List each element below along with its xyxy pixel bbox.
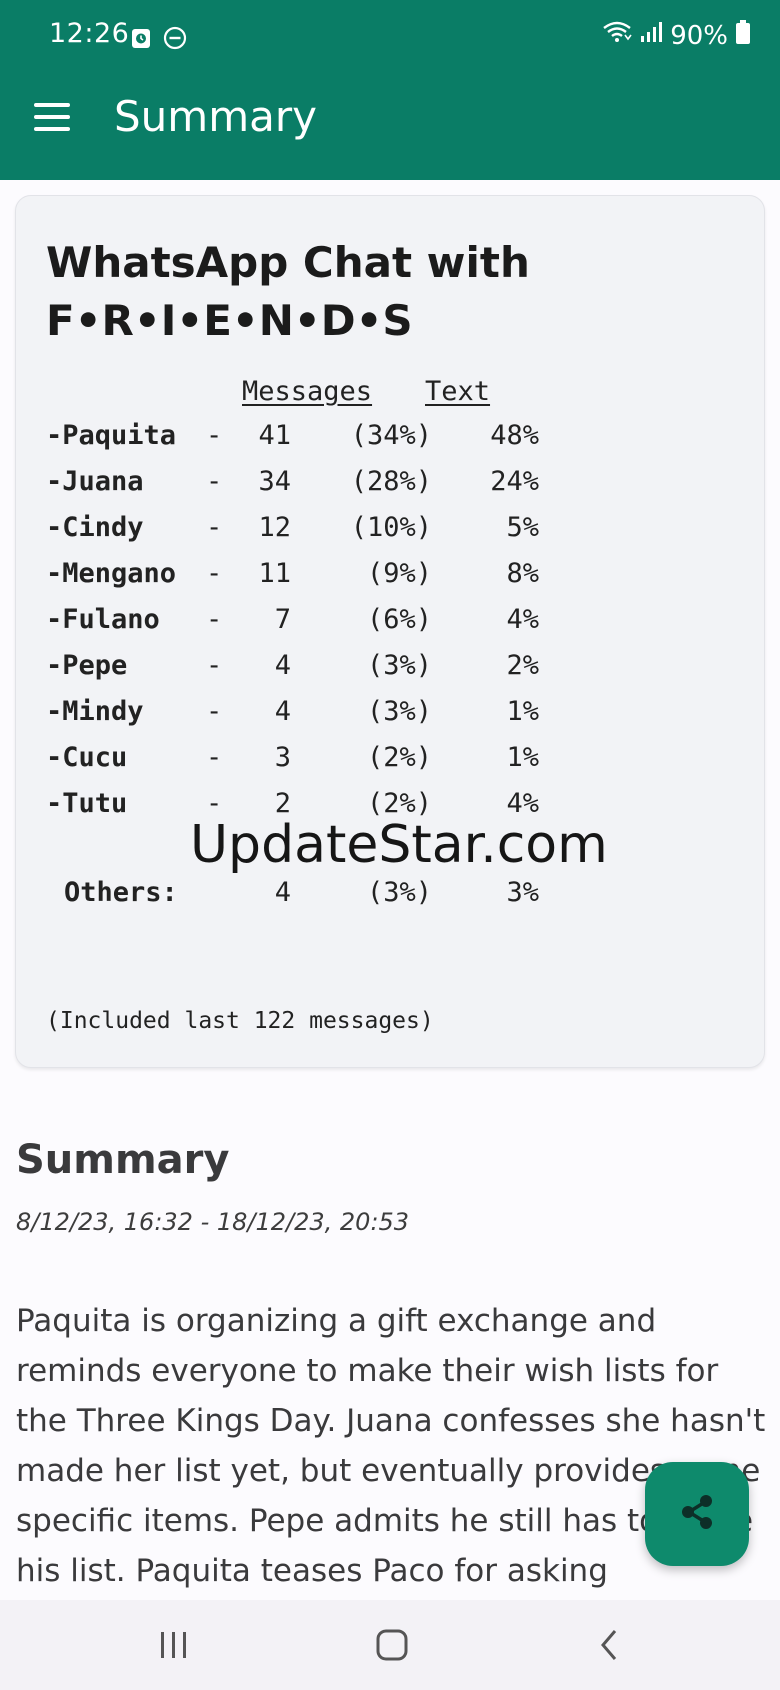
card-title-line-2: F•R•I•E•N•D•S: [46, 296, 413, 345]
card-title: WhatsApp Chat with F•R•I•E•N•D•S: [46, 234, 646, 350]
status-right: 90%: [602, 20, 750, 51]
text-percent: 1%: [506, 742, 539, 773]
participant-name: -Juana: [46, 466, 144, 497]
do-not-disturb-icon: [163, 26, 187, 54]
watermark: UpdateStar.com: [190, 815, 608, 875]
separator-dash: -: [206, 650, 223, 681]
status-left-icons: [131, 26, 187, 54]
message-count: 4: [274, 696, 291, 727]
share-button[interactable]: [645, 1462, 749, 1566]
message-count: 41: [258, 420, 291, 451]
text-percent: 3%: [506, 877, 539, 908]
text-percent: 48%: [490, 420, 539, 451]
message-count: 12: [258, 512, 291, 543]
message-percent: (10%): [350, 512, 432, 543]
participant-name: -Mindy: [46, 696, 144, 727]
text-percent: 24%: [490, 466, 539, 497]
text-percent: 4%: [506, 604, 539, 635]
separator-dash: -: [206, 466, 223, 497]
card-title-line-1: WhatsApp Chat with: [46, 238, 530, 287]
separator-dash: -: [206, 420, 223, 451]
separator-dash: -: [206, 512, 223, 543]
participant-name: -Paquita: [46, 420, 177, 451]
summary-date-range: 8/12/23, 16:32 - 18/12/23, 20:53: [16, 1208, 410, 1236]
text-percent: 5%: [506, 512, 539, 543]
message-count: 3: [274, 742, 291, 773]
message-percent: (28%): [350, 466, 432, 497]
header-messages: Messages: [242, 376, 373, 407]
message-percent: (3%): [366, 696, 432, 727]
separator-dash: -: [206, 604, 223, 635]
message-count: 11: [258, 558, 291, 589]
battery-icon: [736, 20, 750, 51]
system-nav-bar: [0, 1600, 780, 1690]
participant-name: -Tutu: [46, 788, 128, 819]
messages-included-note: (Included last 122 messages): [46, 1008, 434, 1034]
participant-name: -Fulano: [46, 604, 160, 635]
message-percent: (3%): [366, 650, 432, 681]
message-count: 4: [274, 877, 291, 908]
status-time: 12:26: [49, 18, 130, 49]
home-icon[interactable]: [362, 1620, 422, 1670]
page-title: Summary: [114, 92, 317, 141]
message-percent: (9%): [366, 558, 432, 589]
text-percent: 2%: [506, 650, 539, 681]
summary-heading: Summary: [16, 1137, 230, 1183]
participant-name: -Cindy: [46, 512, 144, 543]
signal-icon: [640, 20, 663, 51]
participant-name: -Cucu: [46, 742, 128, 773]
message-percent: (3%): [366, 877, 432, 908]
participant-name: -Mengano: [46, 558, 177, 589]
chat-stats-card: WhatsApp Chat with F•R•I•E•N•D•S Message…: [15, 195, 765, 1068]
top-app-bar: 12:26 90% Summary: [0, 0, 780, 180]
wifi-icon: [602, 20, 632, 51]
text-percent: 1%: [506, 696, 539, 727]
battery-percent: 90%: [670, 20, 728, 51]
message-percent: (34%): [350, 420, 432, 451]
message-percent: (2%): [366, 742, 432, 773]
header-text: Text: [425, 376, 491, 407]
separator-dash: -: [206, 742, 223, 773]
message-percent: (6%): [366, 604, 432, 635]
message-count: 7: [274, 604, 291, 635]
recent-apps-icon[interactable]: [144, 1620, 204, 1670]
alarm-icon: [131, 27, 151, 53]
back-icon[interactable]: [580, 1620, 640, 1670]
separator-dash: -: [206, 696, 223, 727]
message-count: 34: [258, 466, 291, 497]
share-icon: [677, 1492, 717, 1536]
text-percent: 8%: [506, 558, 539, 589]
message-count: 4: [274, 650, 291, 681]
separator-dash: -: [206, 558, 223, 589]
hamburger-menu-icon[interactable]: [34, 103, 72, 133]
participant-name: -Pepe: [46, 650, 128, 681]
others-label: Others:: [64, 877, 178, 908]
